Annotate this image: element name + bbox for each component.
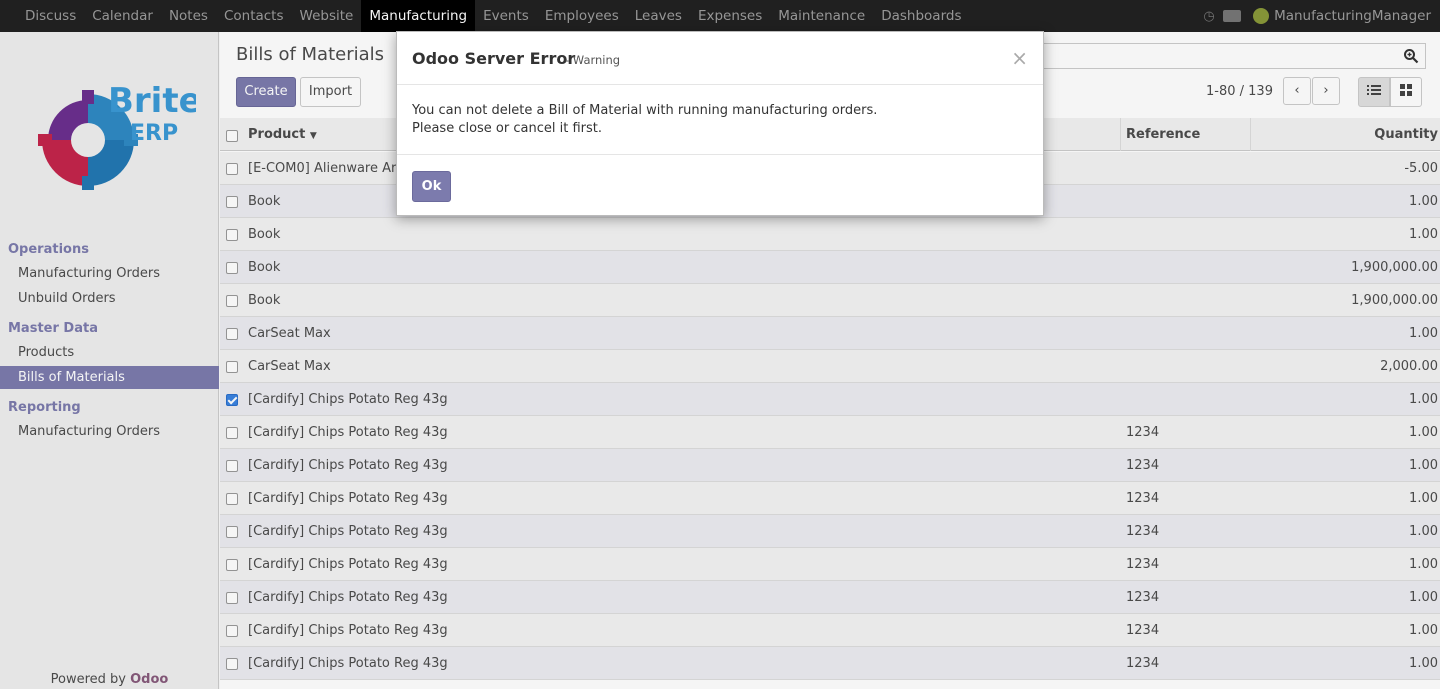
ok-button[interactable]: Ok — [412, 171, 451, 202]
dialog-title: Odoo Server Error — [412, 49, 576, 68]
dialog-message-line-1: You can not delete a Bill of Material wi… — [412, 103, 878, 118]
dialog-message: You can not delete a Bill of Material wi… — [412, 102, 877, 138]
dialog-footer: Ok — [397, 154, 1043, 216]
dialog-message-line-2: Please close or cancel it first. — [412, 121, 602, 136]
error-dialog: Odoo Server Error - Warning × You can no… — [396, 31, 1044, 216]
close-icon[interactable]: × — [1011, 46, 1028, 70]
dialog-header: Odoo Server Error - Warning × — [397, 32, 1043, 85]
dialog-subtitle: - Warning — [565, 53, 621, 67]
